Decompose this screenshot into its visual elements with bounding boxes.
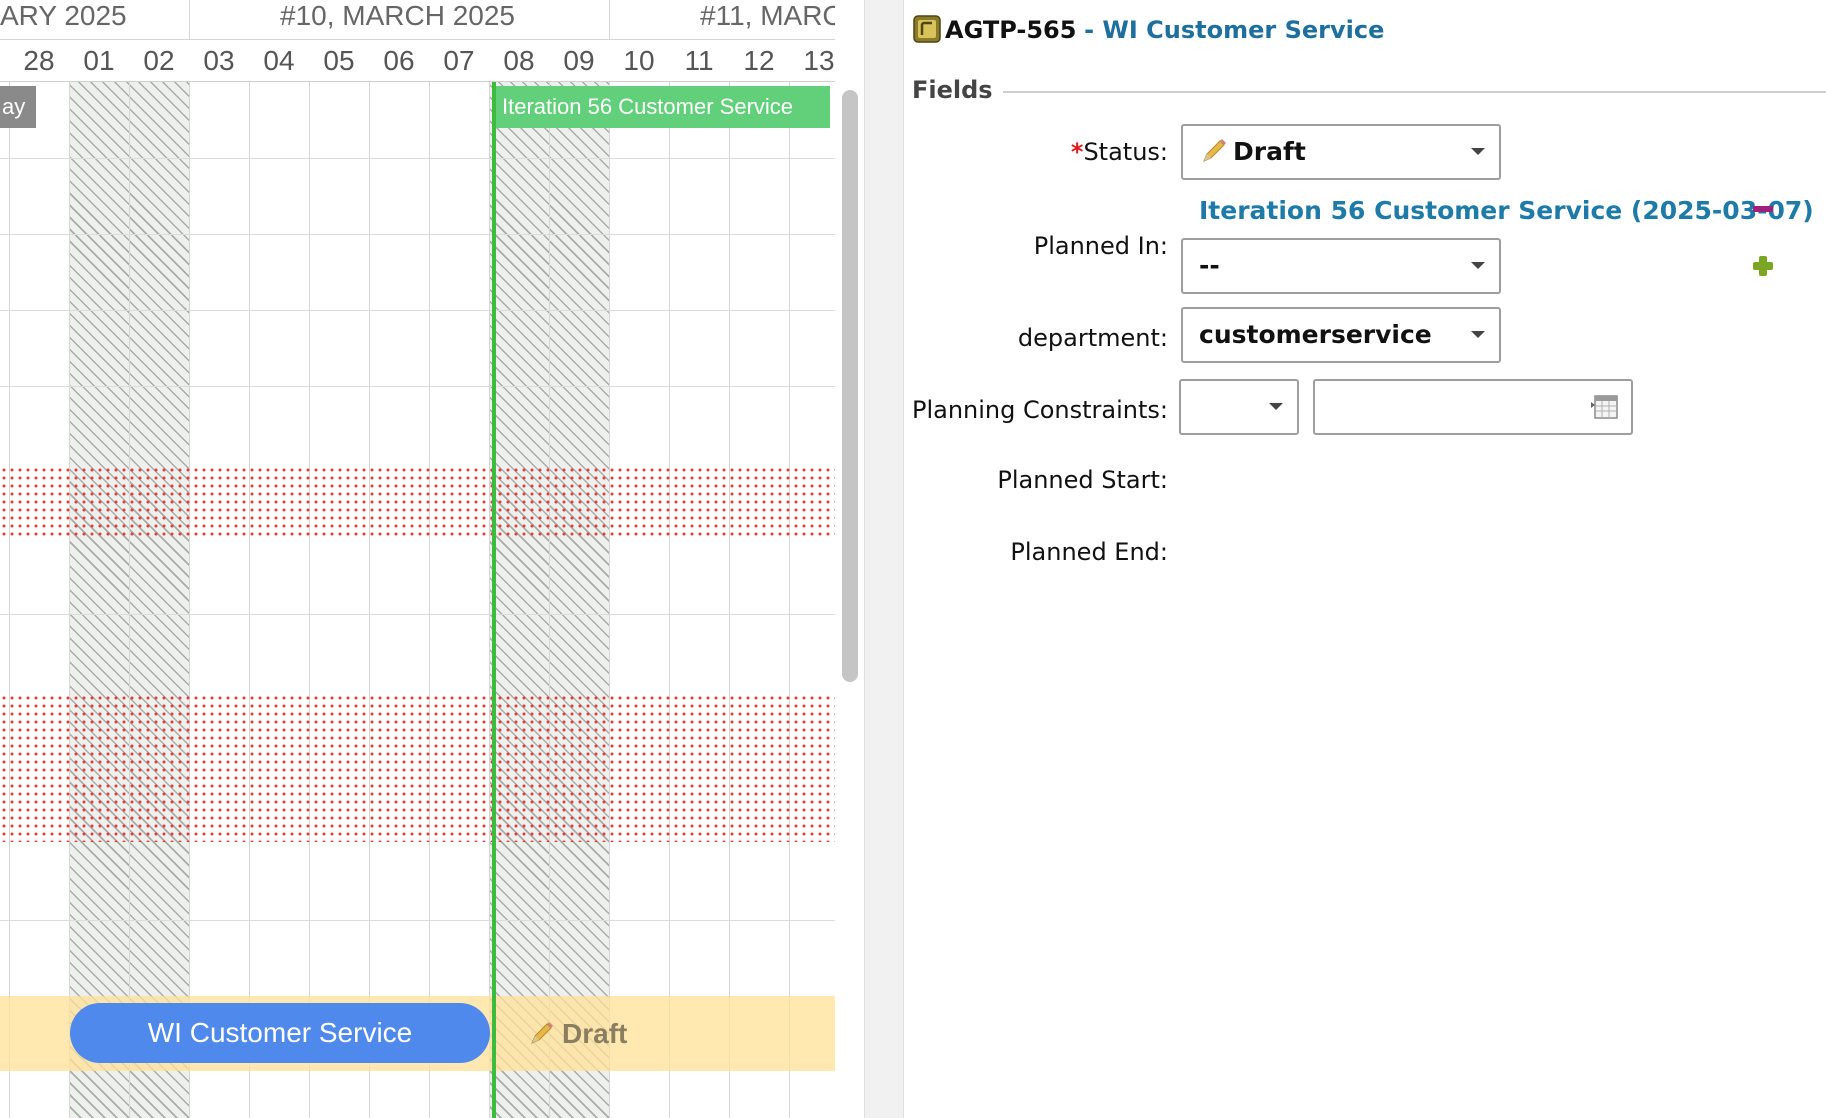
day-grid-line <box>429 40 430 1118</box>
row-line <box>0 158 835 159</box>
week-header: ARY 2025 #10, MARCH 2025 #11, MARC <box>0 0 835 40</box>
day-label: 04 <box>263 45 295 76</box>
planned-start-label: Planned Start: <box>997 466 1168 494</box>
status-value-text: Draft <box>1233 137 1306 166</box>
week-separator <box>609 0 610 40</box>
day-label: 11 <box>684 45 714 76</box>
status-dropdown[interactable]: Draft <box>1181 124 1501 180</box>
week-label: ARY 2025 <box>0 0 127 31</box>
required-marker: * <box>1070 138 1084 166</box>
chevron-down-icon <box>1471 331 1485 338</box>
work-item-status: Draft <box>526 1010 627 1058</box>
week-label: #11, MARC <box>700 0 835 31</box>
day-label: 07 <box>443 45 475 76</box>
department-dropdown[interactable]: customerservice <box>1181 307 1501 363</box>
chevron-down-icon <box>1471 262 1485 269</box>
day-grid-line <box>669 40 670 1118</box>
weekend-shading <box>490 82 550 1118</box>
day-grid-line <box>369 40 370 1118</box>
gantt-scrollbar-thumb[interactable] <box>842 90 858 682</box>
work-item-bar[interactable]: WI Customer Service <box>70 1003 490 1063</box>
day-grid-line <box>69 40 70 1118</box>
today-marker <box>492 82 496 1118</box>
panel-splitter[interactable] <box>864 0 904 1118</box>
calendar-icon[interactable] <box>1591 394 1619 420</box>
planning-constraints-label: Planning Constraints: <box>911 396 1168 424</box>
status-label: *Status: <box>1071 138 1168 166</box>
week-separator <box>189 0 190 40</box>
work-item-status-label: Draft <box>562 1018 628 1049</box>
blocked-period-band <box>0 466 835 540</box>
day-label: 03 <box>203 45 235 76</box>
row-line <box>0 614 835 615</box>
day-label: 10 <box>623 45 655 76</box>
day-grid-line <box>729 40 730 1118</box>
row-line <box>0 920 835 921</box>
day-grid-line <box>309 40 310 1118</box>
day-grid-line <box>129 40 130 1118</box>
section-divider <box>990 91 1826 93</box>
work-item-icon <box>913 15 941 43</box>
gantt-chart[interactable]: ARY 2025 #10, MARCH 2025 #11, MARC 28 01… <box>0 0 835 1118</box>
planned-in-value: -- <box>1199 251 1220 280</box>
iteration-bar[interactable]: Iteration 56 Customer Service <box>492 86 830 128</box>
chevron-down-icon <box>1269 403 1283 410</box>
planned-in-dropdown[interactable]: -- <box>1181 238 1501 294</box>
day-label: 28 <box>23 45 55 76</box>
day-label: 01 <box>83 45 115 76</box>
weekend-shading <box>70 82 130 1118</box>
day-label: 05 <box>323 45 355 76</box>
day-label: 13 <box>803 45 835 76</box>
department-label: department: <box>1017 324 1168 352</box>
weekend-shading <box>550 82 610 1118</box>
day-label: 12 <box>743 45 775 76</box>
planned-in-label: Planned In: <box>1033 232 1168 260</box>
item-key: AGTP-565 <box>945 16 1077 44</box>
day-header: 28 01 02 03 04 05 06 07 08 09 10 11 12 1… <box>0 40 835 82</box>
week-label: #10, MARCH 2025 <box>280 0 516 31</box>
status-label-text: Status: <box>1083 138 1168 166</box>
constraint-type-dropdown[interactable] <box>1179 379 1299 435</box>
day-label: 02 <box>143 45 175 76</box>
day-grid-line <box>249 40 250 1118</box>
day-grid-line <box>9 40 10 1118</box>
planned-in-iteration-link[interactable]: Iteration 56 Customer Service (2025-03-0… <box>1199 196 1814 225</box>
pencil-icon <box>531 1022 553 1044</box>
pencil-icon <box>1203 139 1226 162</box>
day-grid-line <box>489 40 490 1118</box>
item-title-link[interactable]: - WI Customer Service <box>1084 16 1384 44</box>
blocked-period-band <box>0 694 835 842</box>
previous-iteration-bar[interactable]: ay <box>0 86 36 128</box>
item-header: AGTP-565 - WI Customer Service <box>913 12 1384 48</box>
fields-section-title: Fields <box>912 76 1003 104</box>
row-line <box>0 234 835 235</box>
day-label: 09 <box>563 45 595 76</box>
work-item-detail-panel: AGTP-565 - WI Customer Service Fields *S… <box>905 0 1826 1118</box>
day-label: 08 <box>503 45 535 76</box>
weekend-shading <box>130 82 190 1118</box>
row-line <box>0 386 835 387</box>
remove-icon[interactable] <box>1753 206 1773 212</box>
day-grid-line <box>189 40 190 1118</box>
day-grid-line <box>549 40 550 1118</box>
day-label: 06 <box>383 45 415 76</box>
row-line <box>0 310 835 311</box>
day-grid-line <box>789 40 790 1118</box>
department-value: customerservice <box>1199 320 1432 349</box>
planned-end-label: Planned End: <box>1010 538 1168 566</box>
day-grid-line <box>609 40 610 1118</box>
constraint-date-input[interactable] <box>1313 379 1633 435</box>
status-value: Draft <box>1199 126 1306 178</box>
add-icon[interactable] <box>1751 254 1775 278</box>
chevron-down-icon <box>1471 148 1485 155</box>
